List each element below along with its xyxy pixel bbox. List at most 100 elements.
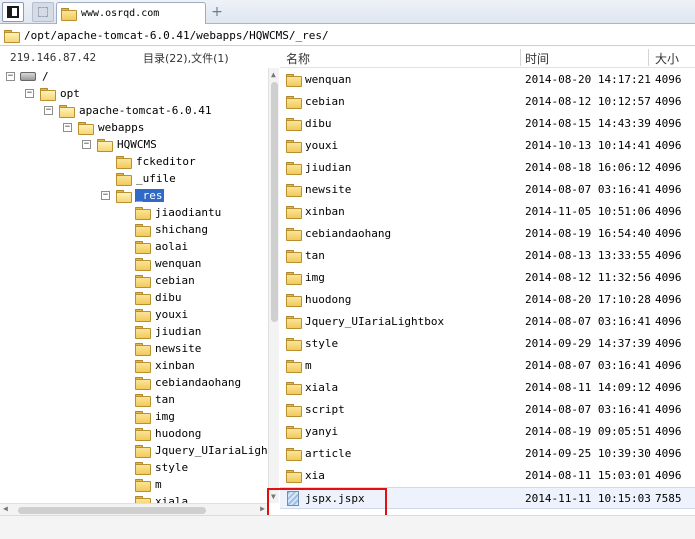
- new-tab-button[interactable]: +: [210, 3, 224, 21]
- folder-icon: [286, 382, 302, 395]
- column-header-size[interactable]: 大小: [655, 50, 679, 67]
- folder-row[interactable]: yanyi 2014-08-19 09:05:51 4096: [280, 421, 695, 443]
- collapse-toggle[interactable]: −: [63, 123, 72, 132]
- scroll-up-arrow-icon[interactable]: ▲: [271, 70, 276, 79]
- tree-node-webapps[interactable]: webapps: [78, 119, 145, 136]
- file-time: 2014-08-07 03:16:41: [525, 403, 651, 416]
- file-time: 2014-09-29 14:37:39: [525, 337, 651, 350]
- folder-row[interactable]: img 2014-08-12 11:32:56 4096: [280, 267, 695, 289]
- tree-node-child[interactable]: youxi: [135, 306, 189, 323]
- tree-node-tomcat[interactable]: apache-tomcat-6.0.41: [59, 102, 212, 119]
- file-time: 2014-08-07 03:16:41: [525, 183, 651, 196]
- column-divider[interactable]: [648, 49, 649, 66]
- folder-icon: [135, 479, 151, 492]
- tree-node-child[interactable]: aolai: [135, 238, 189, 255]
- tree-node-child[interactable]: newsite: [135, 340, 202, 357]
- folder-row[interactable]: xiala 2014-08-11 14:09:12 4096: [280, 377, 695, 399]
- folder-row[interactable]: tan 2014-08-13 13:33:55 4096: [280, 245, 695, 267]
- tree-node-child[interactable]: cebian: [135, 272, 196, 289]
- tree-node-opt[interactable]: opt: [40, 85, 81, 102]
- file-name: dibu: [305, 117, 332, 130]
- folder-row[interactable]: youxi 2014-10-13 10:14:41 4096: [280, 135, 695, 157]
- tree-node-child[interactable]: wenquan: [135, 255, 202, 272]
- folder-row[interactable]: xinban 2014-11-05 10:51:06 4096: [280, 201, 695, 223]
- file-name: article: [305, 447, 352, 460]
- host-ip: 219.146.87.42: [10, 51, 97, 64]
- folder-icon: [135, 241, 151, 254]
- panel-toggle-button[interactable]: [2, 2, 24, 22]
- tree-node-child[interactable]: m: [135, 476, 163, 493]
- collapse-toggle[interactable]: −: [44, 106, 53, 115]
- file-size: 7585: [655, 492, 682, 505]
- folder-icon: [135, 292, 151, 305]
- folder-row[interactable]: cebian 2014-08-12 10:12:57 4096: [280, 91, 695, 113]
- tree-node-child[interactable]: xiala: [135, 493, 189, 503]
- folder-row[interactable]: xia 2014-08-11 15:03:01 4096: [280, 465, 695, 487]
- scroll-thumb[interactable]: [271, 82, 278, 322]
- folder-icon: [286, 96, 302, 109]
- tree-node-child[interactable]: jiudian: [135, 323, 202, 340]
- file-size: 4096: [655, 249, 682, 262]
- folder-icon: [286, 404, 302, 417]
- tree-node-ufile[interactable]: _ufile: [116, 170, 177, 187]
- path-bar[interactable]: /opt/apache-tomcat-6.0.41/webapps/HQWCMS…: [0, 25, 695, 46]
- tree-node-child[interactable]: cebiandaohang: [135, 374, 242, 391]
- collapse-toggle[interactable]: −: [82, 140, 91, 149]
- folder-open-icon: [78, 122, 94, 135]
- column-header-time[interactable]: 时间: [525, 50, 549, 67]
- inactive-tab-button[interactable]: [32, 2, 54, 22]
- tree-node-child[interactable]: tan: [135, 391, 176, 408]
- folder-icon: [286, 118, 302, 131]
- file-name: jiudian: [305, 161, 352, 174]
- folder-row[interactable]: huodong 2014-08-20 17:10:28 4096: [280, 289, 695, 311]
- tree-node-child[interactable]: huodong: [135, 425, 202, 442]
- tree-node-child[interactable]: jiaodiantu: [135, 204, 222, 221]
- file-size: 4096: [655, 469, 682, 482]
- folder-row[interactable]: Jquery_UIariaLightbox 2014-08-07 03:16:41…: [280, 311, 695, 333]
- folder-row[interactable]: jiudian 2014-08-18 16:06:12 4096: [280, 157, 695, 179]
- file-time: 2014-08-07 03:16:41: [525, 315, 651, 328]
- column-header-name[interactable]: 名称: [286, 50, 310, 67]
- folder-row[interactable]: newsite 2014-08-07 03:16:41 4096: [280, 179, 695, 201]
- tree-node-child[interactable]: dibu: [135, 289, 183, 306]
- scroll-thumb[interactable]: [18, 507, 206, 514]
- folder-row[interactable]: wenquan 2014-08-20 14:17:21 4096: [280, 69, 695, 91]
- tree-node-root[interactable]: /: [20, 68, 50, 85]
- collapse-toggle[interactable]: −: [25, 89, 34, 98]
- scroll-left-arrow-icon[interactable]: ◀: [3, 504, 8, 513]
- folder-icon: [135, 275, 151, 288]
- tree-node-res[interactable]: _res: [116, 187, 164, 204]
- tree-node-child[interactable]: img: [135, 408, 176, 425]
- folder-icon: [61, 8, 77, 21]
- tree-node-child[interactable]: style: [135, 459, 189, 476]
- folder-icon: [286, 294, 302, 307]
- file-size: 4096: [655, 161, 682, 174]
- folder-icon: [135, 326, 151, 339]
- folder-row[interactable]: style 2014-09-29 14:37:39 4096: [280, 333, 695, 355]
- folder-row[interactable]: m 2014-08-07 03:16:41 4096: [280, 355, 695, 377]
- column-divider[interactable]: [520, 49, 521, 66]
- file-name: tan: [305, 249, 325, 262]
- tree-node-fckeditor[interactable]: fckeditor: [116, 153, 197, 170]
- tree-node-child[interactable]: xinban: [135, 357, 196, 374]
- file-size: 4096: [655, 381, 682, 394]
- folder-row[interactable]: cebiandaohang 2014-08-19 16:54:40 4096: [280, 223, 695, 245]
- scroll-right-arrow-icon[interactable]: ▶: [260, 504, 265, 513]
- tree-vertical-scrollbar[interactable]: ▲ ▼: [268, 68, 279, 503]
- current-path[interactable]: /opt/apache-tomcat-6.0.41/webapps/HQWCMS…: [24, 29, 329, 42]
- collapse-toggle[interactable]: −: [6, 72, 15, 81]
- tree-node-child[interactable]: Jquery_UIariaLightb: [135, 442, 268, 459]
- file-size: 4096: [655, 315, 682, 328]
- folder-row[interactable]: script 2014-08-07 03:16:41 4096: [280, 399, 695, 421]
- tree-horizontal-scrollbar[interactable]: ◀ ▶: [0, 503, 268, 515]
- folder-row[interactable]: article 2014-09-25 10:39:30 4096: [280, 443, 695, 465]
- folder-row[interactable]: dibu 2014-08-15 14:43:39 4096: [280, 113, 695, 135]
- tree-node-hqwcms[interactable]: HQWCMS: [97, 136, 158, 153]
- tab-bar: www.osrqd.com +: [0, 0, 695, 24]
- tab-active[interactable]: www.osrqd.com: [56, 2, 206, 24]
- file-time: 2014-08-13 13:33:55: [525, 249, 651, 262]
- folder-open-icon: [40, 88, 56, 101]
- tree-node-child[interactable]: shichang: [135, 221, 209, 238]
- collapse-toggle[interactable]: −: [101, 191, 110, 200]
- file-time: 2014-08-20 14:17:21: [525, 73, 651, 86]
